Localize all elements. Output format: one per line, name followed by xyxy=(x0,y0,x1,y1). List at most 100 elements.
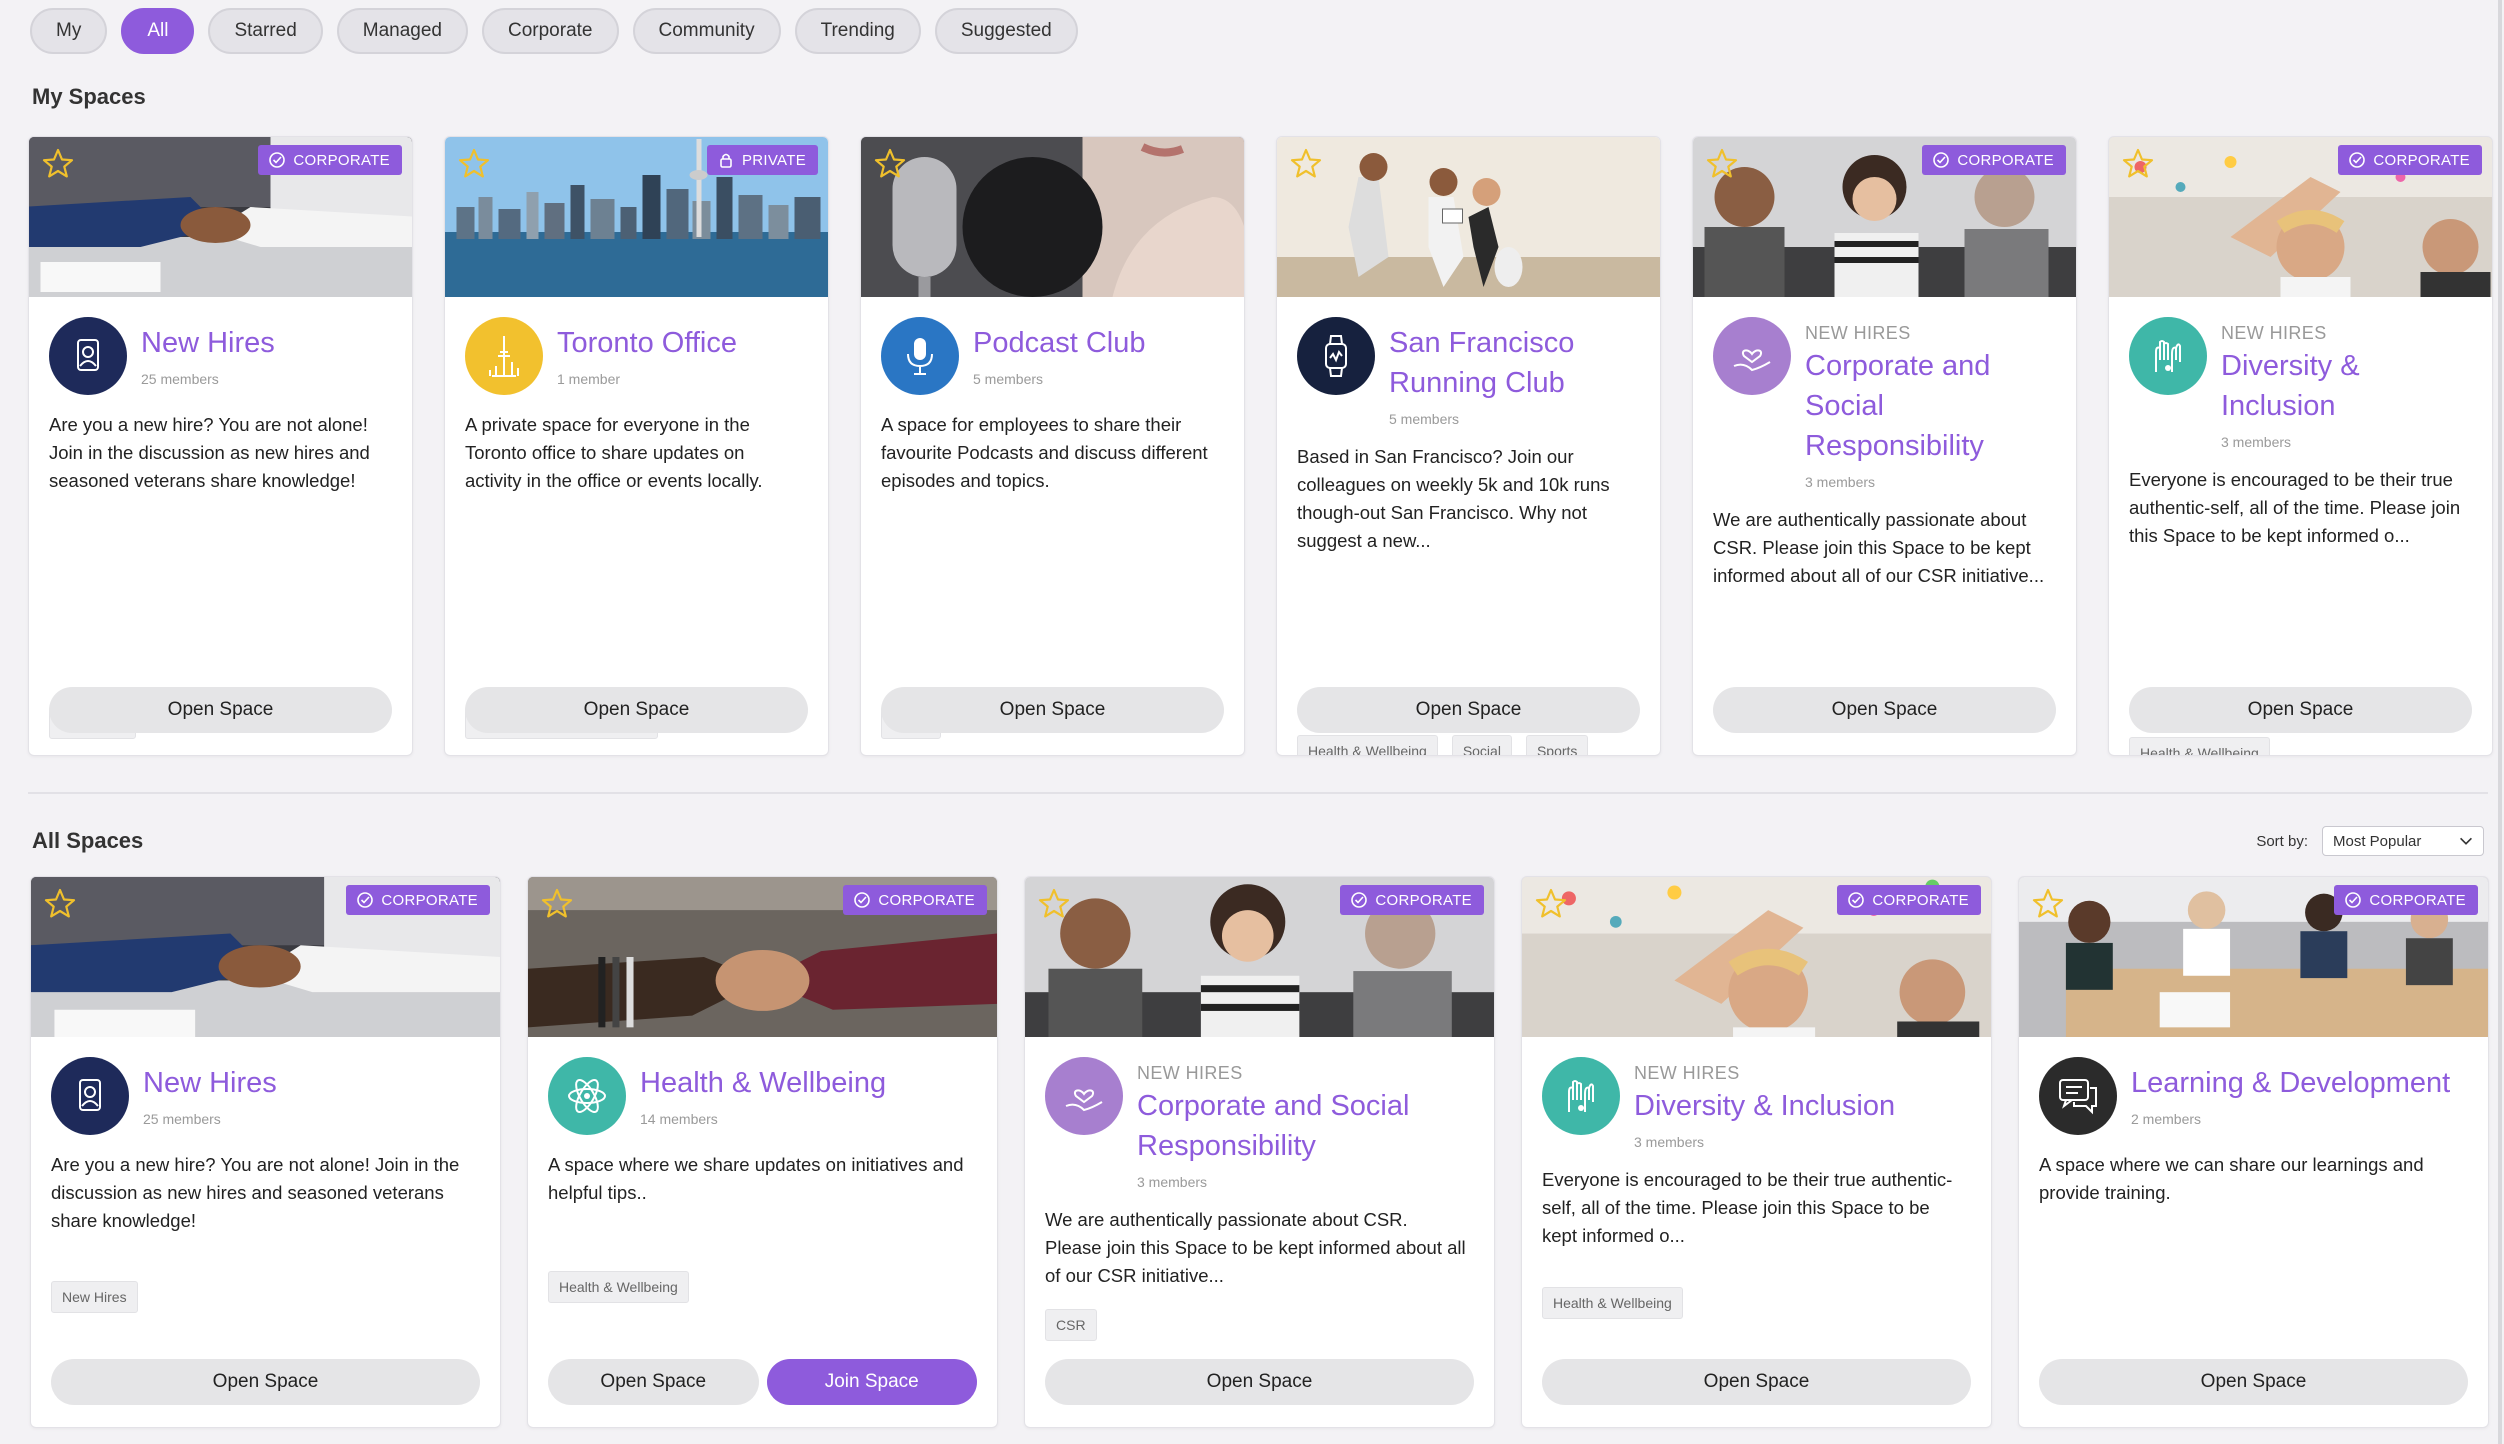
open-space-button[interactable]: Open Space xyxy=(881,687,1224,733)
tag-chip[interactable]: New Hires xyxy=(51,1281,138,1313)
tag-chip[interactable]: Health & Wellbeing xyxy=(2129,737,2270,755)
space-avatar xyxy=(1713,317,1791,395)
filter-pill-managed[interactable]: Managed xyxy=(336,8,468,54)
star-icon[interactable] xyxy=(873,147,907,181)
badge-label: PRIVATE xyxy=(741,151,806,169)
space-avatar xyxy=(1542,1057,1620,1135)
filter-pill-corporate[interactable]: Corporate xyxy=(482,8,619,54)
id-badge-icon xyxy=(79,1079,101,1111)
banner-photo xyxy=(1277,137,1660,297)
space-title[interactable]: New Hires xyxy=(141,323,275,363)
open-space-button[interactable]: Open Space xyxy=(2039,1359,2468,1405)
tag-chip[interactable]: Health & Wellbeing xyxy=(1297,735,1438,755)
member-count: 5 members xyxy=(1389,411,1460,427)
space-card-podcast-club[interactable]: Podcast Club 5 members A space for employe… xyxy=(860,136,1245,756)
space-card-health-wellbeing[interactable]: CORPORATE Health & Wellbeing 14 members A s… xyxy=(527,876,998,1428)
star-icon[interactable] xyxy=(1534,887,1568,921)
space-type-badge: CORPORATE xyxy=(1340,885,1484,915)
open-space-button[interactable]: Open Space xyxy=(49,687,392,733)
sort-select[interactable]: Most Popular xyxy=(2322,826,2484,856)
open-space-button[interactable]: Open Space xyxy=(1713,687,2056,733)
badge-label: CORPORATE xyxy=(293,151,390,169)
filter-pill-starred[interactable]: Starred xyxy=(208,8,323,54)
open-space-button[interactable]: Open Space xyxy=(51,1359,480,1405)
space-title[interactable]: San Francisco Running Club xyxy=(1389,323,1640,403)
star-icon[interactable] xyxy=(2121,147,2155,181)
star-icon[interactable] xyxy=(2031,887,2065,921)
space-card-learning-development[interactable]: CORPORATE Learning & Development 2 members… xyxy=(2018,876,2489,1428)
member-count: 3 members xyxy=(1137,1174,1208,1190)
star-icon[interactable] xyxy=(540,887,574,921)
member-count: 3 members xyxy=(1634,1134,1705,1150)
space-title[interactable]: Diversity & Inclusion xyxy=(1634,1086,1895,1126)
filter-pill-my[interactable]: My xyxy=(30,8,108,54)
open-space-button[interactable]: Open Space xyxy=(1297,687,1640,733)
filter-pill-suggested[interactable]: Suggested xyxy=(934,8,1078,54)
space-banner-image: PRIVATE xyxy=(445,137,828,297)
open-space-button[interactable]: Open Space xyxy=(1542,1359,1971,1405)
space-type-badge: CORPORATE xyxy=(2334,885,2478,915)
tag-chip[interactable]: Health & Wellbeing xyxy=(548,1271,689,1303)
join-space-button[interactable]: Join Space xyxy=(766,1359,977,1405)
badge-label: CORPORATE xyxy=(878,891,975,909)
card-actions: Open Space xyxy=(1542,1359,1971,1405)
star-icon[interactable] xyxy=(1289,147,1323,181)
space-card-toronto-office[interactable]: PRIVATE Toronto Office 1 member A private s… xyxy=(444,136,829,756)
space-description: We are authentically passionate about CS… xyxy=(1713,509,2045,586)
space-card-corporate-and-social-responsibility[interactable]: CORPORATE NEW HIRES Corporate and Social R… xyxy=(1692,136,2077,756)
space-type-badge: CORPORATE xyxy=(843,885,987,915)
space-banner-image xyxy=(861,137,1244,297)
tag-chip[interactable]: Health & Wellbeing xyxy=(1542,1287,1683,1319)
star-icon[interactable] xyxy=(43,887,77,921)
space-title[interactable]: Diversity & Inclusion xyxy=(2221,346,2472,426)
filter-pill-trending[interactable]: Trending xyxy=(794,8,921,54)
space-title[interactable]: Health & Wellbeing xyxy=(640,1063,886,1103)
space-title[interactable]: New Hires xyxy=(143,1063,277,1103)
member-count: 25 members xyxy=(143,1111,221,1127)
space-banner-image: CORPORATE xyxy=(1522,877,1991,1037)
star-icon[interactable] xyxy=(457,147,491,181)
space-card-diversity-inclusion[interactable]: CORPORATE NEW HIRES Diversity & Inclusion 3… xyxy=(2108,136,2493,756)
check-circle-icon xyxy=(2345,892,2362,908)
filter-pill-all[interactable]: All xyxy=(121,8,195,54)
tag-chip[interactable]: Sports xyxy=(1525,735,1589,755)
space-description: A space where we can share our learnings… xyxy=(2039,1154,2424,1203)
space-description: Are you a new hire? You are not alone! J… xyxy=(51,1154,460,1231)
space-title[interactable]: Corporate and Social Responsibility xyxy=(1805,346,2056,466)
page-scrollbar[interactable] xyxy=(2498,0,2502,1444)
atom-icon xyxy=(568,1079,606,1113)
open-space-button[interactable]: Open Space xyxy=(2129,687,2472,733)
tag-chip[interactable]: CSR xyxy=(1045,1309,1097,1341)
star-icon[interactable] xyxy=(1705,147,1739,181)
space-card-new-hires[interactable]: CORPORATE New Hires 25 members Are you a ne… xyxy=(28,136,413,756)
open-space-button[interactable]: Open Space xyxy=(465,687,808,733)
heart-hand-icon xyxy=(1065,1089,1103,1112)
card-actions: Open Space xyxy=(1045,1359,1474,1405)
card-actions: Open Space xyxy=(881,687,1224,733)
space-card-new-hires[interactable]: CORPORATE New Hires 25 members Are you a ne… xyxy=(30,876,501,1428)
space-title[interactable]: Learning & Development xyxy=(2131,1063,2450,1103)
space-title[interactable]: Toronto Office xyxy=(557,323,737,363)
lock-icon xyxy=(720,153,732,168)
filter-pill-community[interactable]: Community xyxy=(632,8,781,54)
raised-hands-icon xyxy=(2155,340,2181,372)
filter-pills: My All Starred Managed Corporate Community Tre… xyxy=(30,8,1078,54)
space-avatar xyxy=(2039,1057,2117,1135)
space-title[interactable]: Podcast Club xyxy=(973,323,1146,363)
star-icon[interactable] xyxy=(1037,887,1071,921)
tag-list: CSR xyxy=(1045,1309,1097,1341)
space-card-corporate-and-social-responsibility[interactable]: CORPORATE NEW HIRES Corporate and Social R… xyxy=(1024,876,1495,1428)
space-card-san-francisco-running-club[interactable]: San Francisco Running Club 5 members Based… xyxy=(1276,136,1661,756)
check-circle-icon xyxy=(1933,152,1950,168)
space-title[interactable]: Corporate and Social Responsibility xyxy=(1137,1086,1474,1166)
space-card-diversity-inclusion[interactable]: CORPORATE NEW HIRES Diversity & Inclusion 3… xyxy=(1521,876,1992,1428)
badge-label: CORPORATE xyxy=(2369,891,2466,909)
open-space-button[interactable]: Open Space xyxy=(548,1359,759,1405)
tag-chip[interactable]: Social xyxy=(1451,735,1512,755)
open-space-button[interactable]: Open Space xyxy=(1045,1359,1474,1405)
space-description: We are authentically passionate about CS… xyxy=(1045,1209,1466,1286)
cn-tower-icon xyxy=(489,336,519,377)
space-description: Are you a new hire? You are not alone! J… xyxy=(49,414,370,491)
star-icon[interactable] xyxy=(41,147,75,181)
space-banner-image: CORPORATE xyxy=(2019,877,2488,1037)
